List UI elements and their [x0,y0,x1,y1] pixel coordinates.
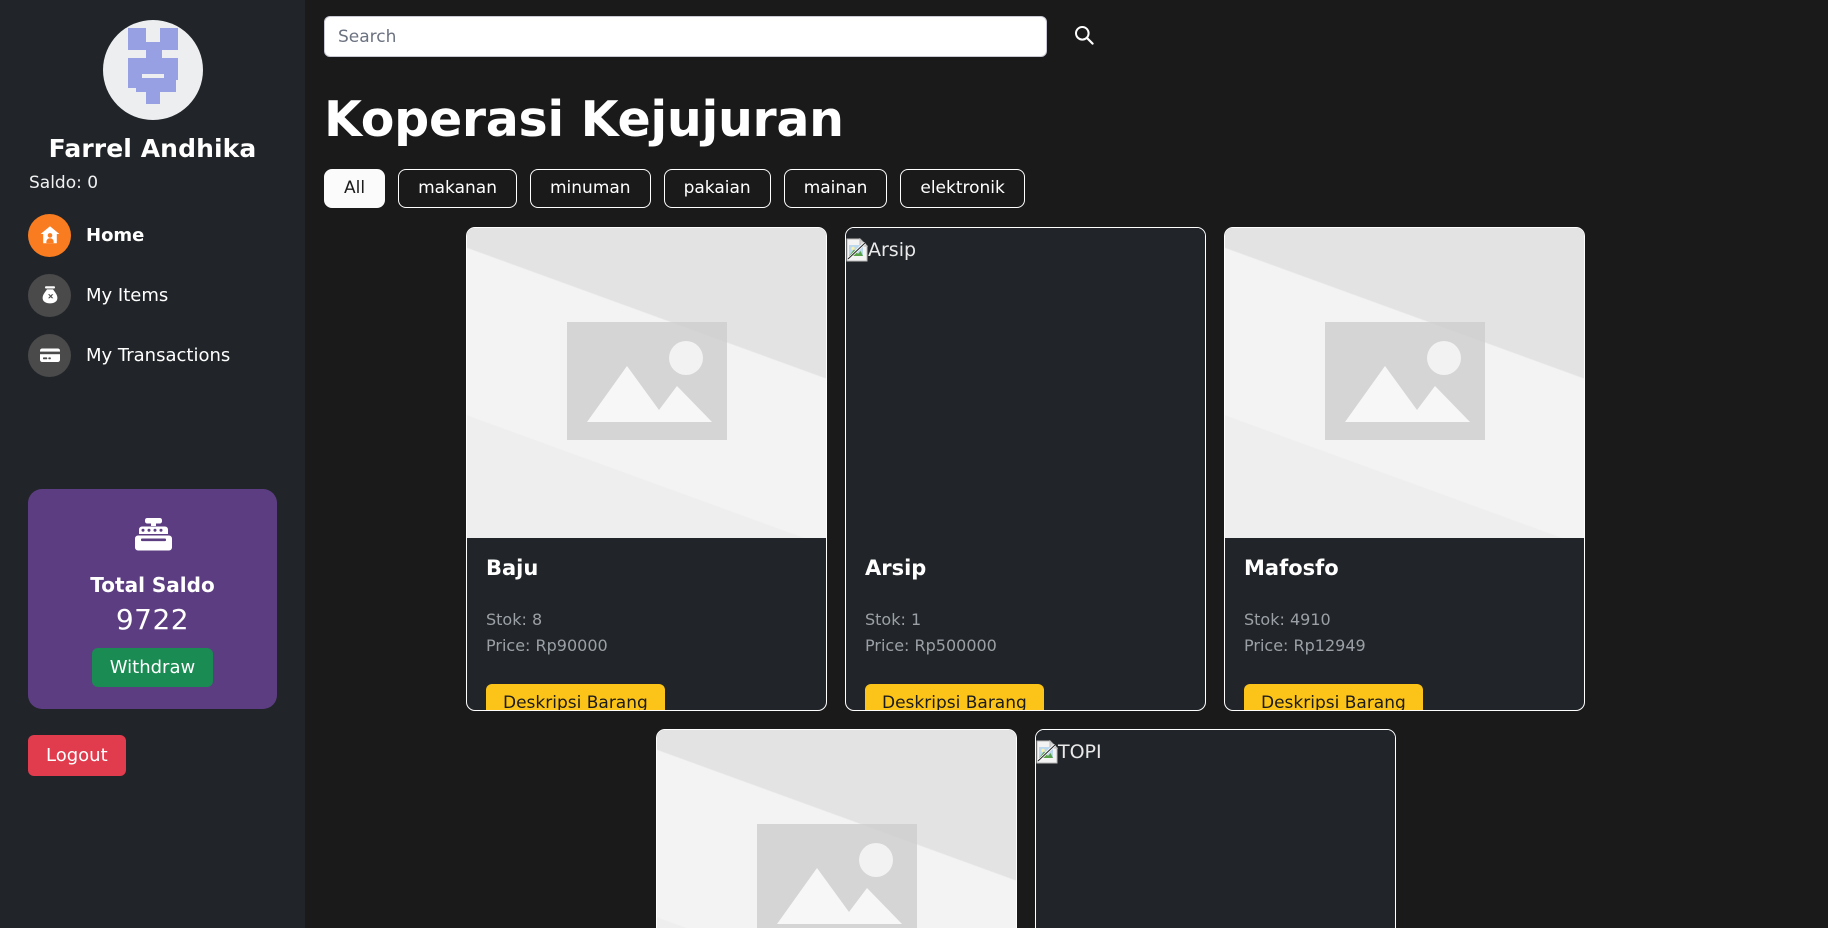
money-bag-icon [28,273,71,317]
home-icon [28,213,71,257]
product-price: Price: Rp12949 [1244,635,1366,655]
sidebar-item-label-home: Home [86,224,145,246]
sidebar-item-my-transactions[interactable]: My Transactions [28,325,277,385]
sidebar-item-home[interactable]: Home [28,205,277,265]
withdraw-button[interactable]: Withdraw [91,648,214,687]
search-icon [1073,24,1095,49]
image-placeholder-icon [1324,322,1485,444]
total-saldo-value: 9722 [115,603,190,636]
user-name: Farrel Andhika [48,134,257,163]
avatar [102,20,203,120]
product-card[interactable]: Arsip Arsip Stok: 1 Price: Rp500000 Desk… [845,227,1206,711]
credit-card-icon [28,333,71,377]
broken-image-inner: TOPI [1036,730,1395,764]
broken-image-inner: Arsip [846,228,1205,262]
search-row [324,16,1828,57]
product-card[interactable]: Mafosfo Stok: 4910 Price: Rp12949 Deskri… [1224,227,1585,711]
filter-chip-pakaian[interactable]: pakaian [663,169,771,208]
product-image-placeholder [467,228,826,538]
logout-button[interactable]: Logout [28,735,126,776]
product-name: Mafosfo [1244,556,1339,580]
product-description-button[interactable]: Deskripsi Barang [486,683,665,710]
broken-image-icon [846,237,869,262]
page-title: Koperasi Kejujuran [324,91,844,148]
search-input[interactable] [324,16,1047,57]
category-filter-bar: All makanan minuman pakaian mainan elekt… [324,169,1828,208]
image-placeholder-icon [756,824,917,928]
filter-chip-minuman[interactable]: minuman [530,169,651,208]
cash-register-icon [44,513,261,561]
product-stock: Stok: 4910 [1244,610,1331,629]
product-image-placeholder [657,730,1016,928]
product-meta: Stok: 1 Price: Rp500000 [865,607,1186,659]
product-card-body: Arsip Stok: 1 Price: Rp500000 Deskripsi … [846,538,1205,710]
sidebar: Farrel Andhika Saldo: 0 Home My Items My… [0,0,305,928]
product-image-broken: Arsip [846,228,1205,538]
broken-image-alt-text: TOPI [1058,741,1102,763]
product-card[interactable] [656,729,1017,928]
product-price: Price: Rp500000 [865,635,997,655]
sidebar-nav: Home My Items My Transactions [28,205,277,385]
product-description-button[interactable]: Deskripsi Barang [865,683,1044,710]
filter-chip-all[interactable]: All [324,169,386,208]
filter-chip-mainan[interactable]: mainan [783,169,888,208]
product-card[interactable]: Baju Stok: 8 Price: Rp90000 Deskripsi Ba… [466,227,827,711]
product-meta: Stok: 8 Price: Rp90000 [486,607,807,659]
filter-chip-elektronik[interactable]: elektronik [900,169,1025,208]
filter-chip-makanan[interactable]: makanan [398,169,517,208]
image-placeholder-icon [566,322,727,444]
product-stock: Stok: 1 [865,610,922,629]
product-meta: Stok: 4910 Price: Rp12949 [1244,607,1565,659]
sidebar-saldo-label: Saldo: 0 [29,173,99,193]
sidebar-item-label-my-items: My Items [86,284,169,306]
product-name: Baju [486,556,539,580]
product-card-body: Mafosfo Stok: 4910 Price: Rp12949 Deskri… [1225,538,1584,710]
sidebar-item-label-my-transactions: My Transactions [86,344,231,366]
product-card[interactable]: TOPI [1035,729,1396,928]
broken-image-icon [1036,739,1059,764]
avatar-wrapper [28,20,277,120]
app-root: Farrel Andhika Saldo: 0 Home My Items My… [0,0,1828,928]
product-card-body: Baju Stok: 8 Price: Rp90000 Deskripsi Ba… [467,538,826,710]
total-saldo-card: Total Saldo 9722 Withdraw [28,489,277,709]
broken-image-alt-text: Arsip [868,239,917,261]
product-grid: Baju Stok: 8 Price: Rp90000 Deskripsi Ba… [466,227,1828,928]
search-button[interactable] [1069,22,1099,52]
product-description-button[interactable]: Deskripsi Barang [1244,683,1423,710]
total-saldo-title: Total Saldo [90,573,215,597]
main-content: Koperasi Kejujuran All makanan minuman p… [305,0,1828,928]
product-image-broken: TOPI [1036,730,1395,928]
product-name: Arsip [865,556,927,580]
product-image-placeholder [1225,228,1584,538]
product-stock: Stok: 8 [486,610,543,629]
sidebar-item-my-items[interactable]: My Items [28,265,277,325]
product-price: Price: Rp90000 [486,635,608,655]
